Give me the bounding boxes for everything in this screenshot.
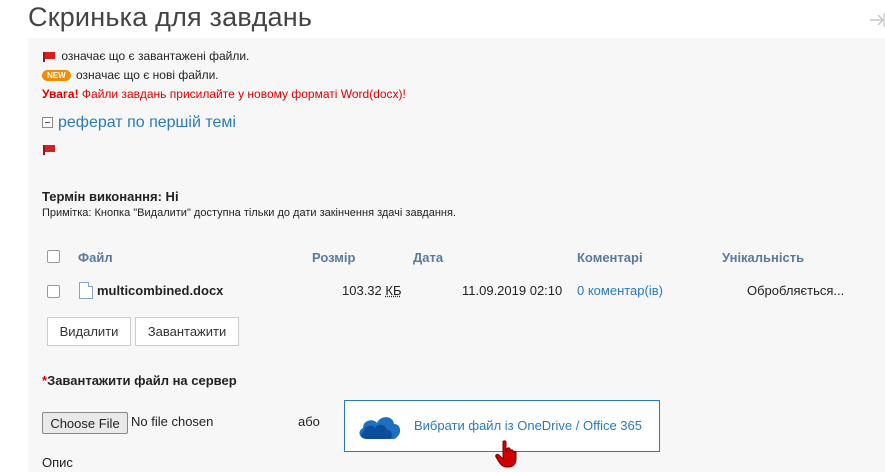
legend-uploaded-text: означає що є завантажені файли.: [61, 49, 250, 63]
onedrive-label[interactable]: Вибрати файл із OneDrive / Office 365: [414, 418, 642, 433]
page-title: Скринька для завдань: [28, 2, 313, 32]
header-comments[interactable]: Коментарі: [577, 250, 643, 265]
topic-flag: [42, 142, 58, 156]
comments-link[interactable]: 0 коментар(ів): [577, 283, 663, 298]
select-all-checkbox[interactable]: [47, 250, 60, 263]
description-label: Опис: [42, 455, 73, 470]
deadline-label: Термін виконання: Ні: [42, 189, 179, 204]
upload-heading-text: Завантажити файл на сервер: [47, 373, 237, 388]
collapse-icon[interactable]: [42, 117, 53, 129]
warning-label: Увага!: [42, 87, 79, 101]
or-label: або: [298, 414, 320, 429]
choose-file-button[interactable]: Choose File: [42, 412, 128, 434]
legend-new: NEW означає що є нові файли.: [42, 68, 219, 82]
download-button[interactable]: Завантажити: [135, 317, 239, 346]
topic-title[interactable]: реферат по першій темі: [58, 114, 236, 131]
upload-heading: *Завантажити файл на сервер: [42, 373, 237, 388]
legend-uploaded: означає що є завантажені файли.: [42, 49, 249, 63]
document-icon: [79, 282, 93, 299]
deadline-note: Примітка: Кнопка "Видалити" доступна тіл…: [42, 207, 456, 219]
uniqueness-status: Обробляється...: [747, 283, 845, 298]
file-size-unit: КБ: [385, 283, 402, 298]
legend-new-text: означає що є нові файли.: [76, 68, 219, 82]
header-size[interactable]: Розмір: [312, 250, 355, 265]
file-date: 11.09.2019 02:10: [462, 283, 563, 298]
red-flag-icon: [42, 51, 56, 62]
topic-toggle[interactable]: реферат по першій темі: [42, 114, 236, 132]
hand-cursor-icon: [495, 440, 517, 468]
red-flag-icon: [42, 144, 56, 155]
cloud-icon: [359, 417, 401, 439]
format-warning: Увага! Файли завдань присилайте у новому…: [42, 87, 406, 101]
header-file[interactable]: Файл: [78, 250, 113, 265]
expand-arrow-icon[interactable]: [869, 10, 885, 30]
warning-text: Файли завдань присилайте у новому формат…: [81, 87, 406, 101]
new-badge: NEW: [42, 70, 71, 82]
delete-button[interactable]: Видалити: [47, 317, 131, 346]
no-file-chosen: No file chosen: [131, 414, 214, 429]
row-checkbox[interactable]: [47, 285, 60, 298]
header-date[interactable]: Дата: [413, 250, 443, 265]
file-size: 103.32 КБ: [342, 283, 402, 298]
header-uniqueness[interactable]: Унікальність: [722, 250, 804, 265]
file-size-value: 103.32: [342, 283, 382, 298]
file-name[interactable]: multicombined.docx: [97, 283, 223, 298]
